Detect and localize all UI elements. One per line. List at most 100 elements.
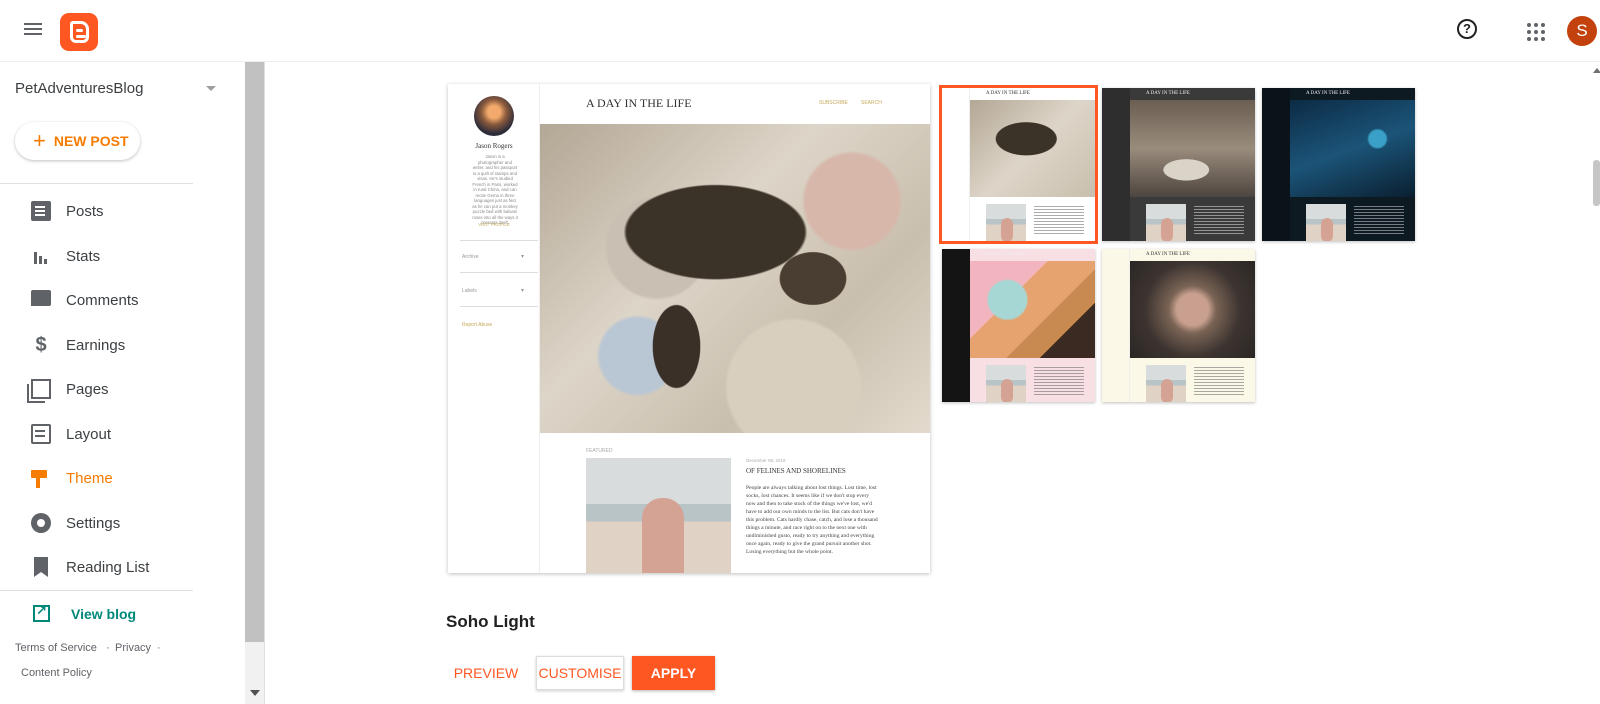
scroll-down-arrow-icon[interactable] [250, 690, 260, 696]
preview-divider [460, 306, 538, 307]
thumb-cockpit-image [1290, 100, 1415, 197]
sidebar-item-settings[interactable]: Settings [0, 503, 193, 543]
sidebar-item-reading-list[interactable]: Reading List [0, 547, 193, 587]
blogger-logo[interactable] [60, 13, 98, 51]
view-blog-label: View blog [71, 606, 137, 622]
hamburger-menu-icon[interactable] [22, 20, 44, 42]
thumb-title: A DAY IN THE LIFE [1146, 252, 1190, 257]
theme-icon [31, 470, 47, 488]
thumb-food-image [1130, 261, 1255, 358]
sidebar-item-earnings[interactable]: $ Earnings [0, 325, 193, 365]
post-excerpt: People are always talking about lost thi… [746, 485, 878, 555]
visit-profile-link: VISIT PROFILE [478, 222, 510, 227]
thumb-text-lines [1034, 367, 1084, 397]
view-blog-link[interactable]: View blog [0, 594, 193, 634]
sidebar-item-theme[interactable]: Theme [0, 458, 193, 498]
main-scrollbar-thumb[interactable] [1593, 160, 1600, 206]
sidebar-item-label: Earnings [66, 336, 126, 354]
sidebar-item-stats[interactable]: Stats [0, 236, 193, 276]
thumb-beach-image [1306, 204, 1346, 241]
thumb-text-lines [1034, 206, 1084, 236]
sidebar-item-label: Theme [66, 469, 113, 487]
sidebar-item-label: Reading List [66, 558, 150, 576]
post-title: OF FELINES AND SHORELINES [746, 467, 846, 475]
preview-blog-title: A DAY IN THE LIFE [586, 96, 692, 110]
sidebar-item-label: Posts [66, 202, 104, 220]
preview-nav-search: SEARCH [861, 100, 882, 106]
theme-name: Soho Light [446, 612, 535, 631]
thumb-makeup-image [970, 261, 1095, 358]
posts-icon [31, 201, 51, 221]
thumb-title: A DAY IN THE LIFE [1146, 91, 1190, 96]
blog-selector-dropdown-icon[interactable] [206, 86, 216, 91]
thumb-title: A DAY IN THE LIFE [1306, 91, 1350, 96]
thumb-title: A DAY IN THE LIFE [982, 252, 1026, 257]
sidebar-divider [0, 590, 193, 591]
main-divider [264, 62, 265, 704]
sidebar-scrollbar-thumb[interactable] [245, 62, 264, 642]
sidebar-item-label: Stats [66, 247, 101, 265]
main-scroll-up-arrow-icon[interactable] [1593, 68, 1600, 73]
sidebar-item-layout[interactable]: Layout [0, 414, 193, 454]
chevron-down-icon: ▾ [521, 288, 525, 294]
preview-divider [460, 240, 538, 241]
footer-separator: · [157, 642, 161, 654]
theme-thumb-soho-cream[interactable]: A DAY IN THE LIFE [1102, 249, 1255, 402]
sidebar-item-label: Comments [66, 291, 139, 309]
author-bio: Jason is a photographer and writer, and … [472, 154, 518, 225]
preview-button[interactable]: PREVIEW [450, 656, 522, 690]
preview-sidebar: Jason Rogers Jason is a photographer and… [448, 84, 540, 573]
bookmark-icon [34, 557, 48, 577]
apps-grid-icon[interactable] [1527, 23, 1545, 41]
thumb-text-lines [1354, 206, 1404, 236]
top-bar: ? S [0, 0, 1600, 62]
chevron-down-icon: ▾ [521, 254, 525, 260]
thumb-text-lines [1194, 367, 1244, 397]
customise-button[interactable]: CUSTOMISE [536, 656, 624, 690]
layout-icon [31, 424, 51, 444]
preview-divider [460, 272, 538, 273]
thumb-title: A DAY IN THE LIFE [986, 91, 1030, 96]
labels-label: Labels [462, 288, 477, 294]
dollar-icon: $ [35, 334, 47, 356]
content-policy-link[interactable]: Content Policy [21, 667, 92, 679]
thumb-beach-image [1146, 365, 1186, 402]
new-post-button[interactable]: + NEW POST [15, 122, 140, 160]
theme-thumb-soho-midnight[interactable]: A DAY IN THE LIFE [1262, 88, 1415, 241]
stats-icon [31, 246, 51, 266]
plus-icon: + [33, 128, 46, 153]
author-name: Jason Rogers [475, 142, 513, 150]
sidebar: PetAdventuresBlog + NEW POST Posts Stats… [0, 62, 245, 704]
account-avatar[interactable]: S [1567, 16, 1597, 46]
open-in-new-icon [33, 603, 50, 622]
featured-beach-image [586, 458, 731, 573]
thumb-beach-image [986, 365, 1026, 402]
sidebar-item-label: Pages [66, 380, 109, 398]
thumb-cat-image [970, 100, 1095, 197]
theme-thumb-soho-pink[interactable]: A DAY IN THE LIFE [942, 249, 1095, 402]
sidebar-divider [0, 183, 193, 184]
report-abuse-link: Report Abuse [462, 322, 493, 328]
sidebar-item-pages[interactable]: Pages [0, 369, 193, 409]
thumb-beach-image [986, 204, 1026, 241]
privacy-link[interactable]: Privacy [115, 642, 151, 654]
blog-selector[interactable]: PetAdventuresBlog [15, 80, 143, 97]
theme-thumb-soho-light[interactable]: A DAY IN THE LIFE [939, 85, 1098, 244]
sidebar-item-comments[interactable]: Comments [0, 280, 193, 320]
thumb-beach-image [1146, 204, 1186, 241]
archive-label: Archive [462, 254, 479, 260]
theme-thumb-soho-dark[interactable]: A DAY IN THE LIFE [1102, 88, 1255, 241]
apply-button[interactable]: APPLY [632, 656, 715, 690]
sidebar-item-label: Settings [66, 514, 121, 532]
thumb-living-room-image [1130, 100, 1255, 197]
footer-separator: · [106, 642, 110, 654]
help-icon[interactable]: ? [1457, 19, 1477, 39]
pages-icon [27, 379, 51, 403]
sidebar-item-posts[interactable]: Posts [0, 191, 193, 231]
thumb-text-lines [1194, 206, 1244, 236]
preview-nav-subscribe: SUBSCRIBE [819, 100, 848, 106]
comments-icon [31, 290, 51, 306]
terms-link[interactable]: Terms of Service [15, 642, 97, 654]
theme-preview[interactable]: Jason Rogers Jason is a photographer and… [448, 84, 930, 573]
gear-icon [31, 513, 51, 533]
